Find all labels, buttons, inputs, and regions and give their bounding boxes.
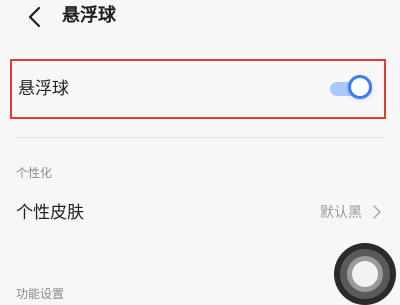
chevron-right-icon (372, 204, 382, 220)
floating-ball-icon[interactable] (334, 243, 396, 305)
floating-ball-row: 悬浮球 (10, 59, 386, 119)
chevron-left-icon[interactable] (26, 6, 44, 28)
section-personalization-title: 个性化 (16, 166, 53, 180)
header: 悬浮球 (0, 0, 400, 40)
floating-ball-label: 悬浮球 (18, 79, 69, 99)
floating-ball-toggle[interactable] (330, 75, 376, 103)
personal-skin-row[interactable]: 个性皮肤 默认黑 (16, 193, 386, 233)
floating-ball-core (352, 261, 378, 287)
divider (16, 137, 386, 138)
toggle-knob (348, 75, 372, 99)
page-title: 悬浮球 (62, 5, 116, 26)
personal-skin-label: 个性皮肤 (16, 203, 84, 223)
personal-skin-value: 默认黑 (320, 205, 362, 221)
